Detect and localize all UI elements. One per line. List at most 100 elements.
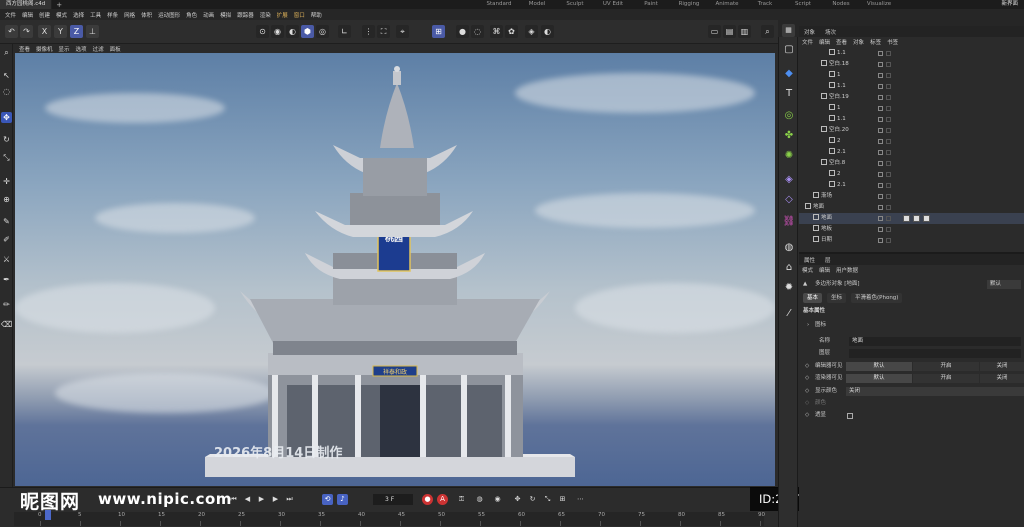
keyframe-selection-icon[interactable]: ⚿ — [456, 494, 467, 505]
render-toggle[interactable] — [886, 128, 891, 133]
menu-item[interactable]: 模式 — [53, 11, 70, 19]
visibility-toggle[interactable] — [878, 117, 883, 122]
visibility-toggle[interactable] — [878, 84, 883, 89]
render-queue-icon[interactable]: ▥ — [738, 25, 751, 38]
rotate-icon[interactable]: ↻ — [1, 134, 12, 145]
select-icon[interactable]: ↖ — [1, 70, 12, 81]
document-tab[interactable]: 西方园桃阁.c4d — [0, 0, 53, 9]
menu-item[interactable]: 扩展 — [274, 11, 291, 19]
axis-y-button[interactable]: Y — [54, 25, 67, 38]
menu-item[interactable]: 工具 — [87, 11, 104, 19]
visibility-toggle[interactable] — [878, 106, 883, 111]
solo-icon[interactable]: ⛶ — [377, 25, 390, 38]
next-frame-icon[interactable]: ▶ — [270, 494, 281, 505]
object-row[interactable]: 日期 — [799, 235, 1024, 246]
object-row[interactable]: 地板 — [799, 224, 1024, 235]
editor-vis-on[interactable]: 开启 — [913, 362, 979, 371]
object-row[interactable]: 2.1 — [799, 180, 1024, 191]
menu-item[interactable]: 模拟 — [217, 11, 234, 19]
attribute-menu-item[interactable]: 编辑 — [816, 266, 833, 274]
layout-icon[interactable]: ▦ — [782, 24, 795, 37]
preset-dropdown[interactable]: 默认 — [987, 280, 1021, 289]
render-toggle[interactable] — [886, 183, 891, 188]
object-tab[interactable]: 对象 — [799, 28, 820, 36]
render-region-icon[interactable]: ▤ — [723, 25, 736, 38]
object-row[interactable]: 空白.20 — [799, 125, 1024, 136]
prev-frame-icon[interactable]: ◀ — [242, 494, 253, 505]
scale-key-icon[interactable]: ⤡ — [542, 494, 553, 505]
menu-item[interactable]: 运动图形 — [155, 11, 183, 19]
render-toggle[interactable] — [886, 205, 891, 210]
viewport-menu-item[interactable]: 面板 — [107, 45, 124, 53]
visibility-toggle[interactable] — [878, 95, 883, 100]
search-icon[interactable]: ⌕ — [1, 47, 12, 58]
visibility-toggle[interactable] — [878, 183, 883, 188]
object-row[interactable]: 2 — [799, 136, 1024, 147]
render-vis-default[interactable]: 默认 — [846, 374, 912, 383]
scale-icon[interactable]: ⤡ — [1, 152, 12, 163]
object-row[interactable]: 1 — [799, 103, 1024, 114]
search-icon[interactable]: ⌕ — [761, 25, 774, 38]
workplane-icon[interactable]: ⊞ — [432, 25, 445, 38]
visibility-toggle[interactable] — [878, 73, 883, 78]
point-level-icon[interactable]: ⊞ — [557, 494, 568, 505]
array-icon[interactable]: ◎ — [782, 109, 796, 123]
render-toggle[interactable] — [886, 51, 891, 56]
layout-tab-sculpt[interactable]: Sculpt — [556, 0, 594, 9]
audio-icon[interactable]: ♪ — [337, 494, 348, 505]
render-toggle[interactable] — [886, 95, 891, 100]
visibility-toggle[interactable] — [878, 161, 883, 166]
layout-tab-track[interactable]: Track — [746, 0, 784, 9]
deformer-icon[interactable]: ◈ — [782, 173, 796, 187]
display-color-dropdown[interactable]: 关闭 — [846, 387, 1024, 396]
play-icon[interactable]: ▶ — [256, 494, 267, 505]
xray-checkbox[interactable] — [847, 413, 853, 419]
menu-item[interactable]: 样条 — [104, 11, 121, 19]
radio-icon[interactable]: ◇ — [805, 410, 809, 421]
object-menu-item[interactable]: 查看 — [833, 38, 850, 46]
visibility-toggle[interactable] — [878, 128, 883, 133]
loop-icon[interactable]: ⟲ — [322, 494, 333, 505]
pen-icon[interactable]: ✒ — [1, 274, 12, 285]
visibility-toggle[interactable] — [878, 238, 883, 243]
new-tab-button[interactable]: + — [52, 1, 66, 9]
object-row[interactable]: 渐场 — [799, 191, 1024, 202]
object-row[interactable]: 2 — [799, 169, 1024, 180]
coordinate-system-icon[interactable]: ⊥ — [86, 25, 99, 38]
radio-icon[interactable]: ◇ — [805, 361, 809, 372]
layout-tab-standard[interactable]: Standard — [480, 0, 518, 9]
points-mode-icon[interactable]: ⊙ — [256, 25, 269, 38]
3d-viewport[interactable]: 祥泰和政 桃园 2026年8月14日制作 — [15, 53, 775, 486]
attribute-tab[interactable]: 属性 — [799, 256, 820, 264]
attribute-menu-item[interactable]: 用户数据 — [833, 266, 861, 274]
object-row[interactable]: 1.1 — [799, 48, 1024, 59]
menu-item[interactable]: 编辑 — [19, 11, 36, 19]
texture-tag-icon[interactable] — [923, 215, 930, 222]
lock-icon[interactable]: ✿ — [505, 25, 518, 38]
redo-icon[interactable]: ↷ — [20, 25, 33, 38]
timeline-settings-icon[interactable]: ⋯ — [575, 494, 586, 505]
subtab-basic[interactable]: 基本 — [803, 293, 823, 303]
object-menu-item[interactable]: 编辑 — [816, 38, 833, 46]
layout-tab-animate[interactable]: Animate — [708, 0, 746, 9]
move-key-icon[interactable]: ✥ — [512, 494, 523, 505]
visibility-toggle[interactable] — [878, 172, 883, 177]
menu-item[interactable]: 窗口 — [291, 11, 308, 19]
menu-item[interactable]: 跟踪器 — [234, 11, 257, 19]
layout-tab-uv-edit[interactable]: UV Edit — [594, 0, 632, 9]
viewport-menu-item[interactable]: 过滤 — [90, 45, 107, 53]
object-menu-item[interactable]: 书签 — [884, 38, 901, 46]
render-toggle[interactable] — [886, 216, 891, 221]
menu-item[interactable]: 创建 — [36, 11, 53, 19]
layout-tab-model[interactable]: Model — [518, 0, 556, 9]
cloner-icon[interactable]: ✤ — [782, 129, 796, 143]
layout-tab-visualize[interactable]: Visualize — [860, 0, 898, 9]
material-tag-icon[interactable] — [913, 215, 920, 222]
menu-item[interactable]: 帮助 — [308, 11, 325, 19]
sketch-icon[interactable]: ✏ — [1, 299, 12, 310]
transform-icon[interactable]: ✛ — [1, 176, 12, 187]
radio-icon[interactable]: ◇ — [805, 398, 809, 409]
attribute-menu-item[interactable]: 模式 — [799, 266, 816, 274]
visibility-toggle[interactable] — [878, 51, 883, 56]
go-to-end-icon[interactable]: ⏭ — [284, 494, 295, 505]
